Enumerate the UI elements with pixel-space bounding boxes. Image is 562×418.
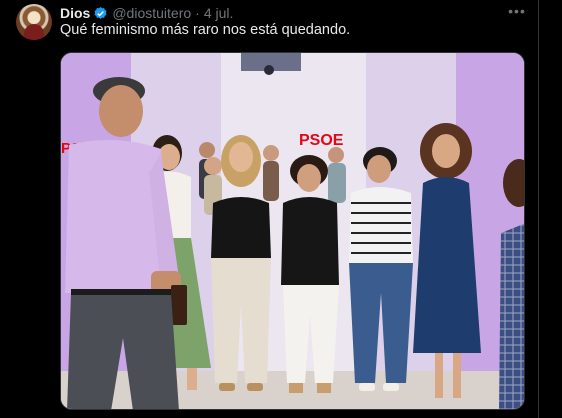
display-name[interactable]: Dios (60, 5, 90, 21)
user-handle[interactable]: @diostuitero (112, 5, 191, 21)
avatar[interactable] (16, 4, 52, 40)
verified-badge-icon (93, 6, 108, 21)
timeline-border (538, 0, 539, 418)
psoe-sign-center: PSOE (299, 132, 344, 149)
tweet[interactable]: Dios @diostuitero · 4 jul. ••• Qué femin… (0, 0, 562, 418)
tweet-text: Qué feminismo más raro nos está quedando… (60, 22, 351, 38)
tweet-date[interactable]: 4 jul. (204, 5, 234, 21)
tweet-photo[interactable]: PSOE PSOE (60, 52, 525, 410)
tweet-header: Dios @diostuitero · 4 jul. (60, 4, 233, 22)
more-options-icon[interactable]: ••• (507, 3, 527, 21)
photo-scene: PSOE PSOE (61, 53, 524, 409)
avatar-figure (24, 24, 44, 40)
separator-dot: · (195, 5, 200, 21)
